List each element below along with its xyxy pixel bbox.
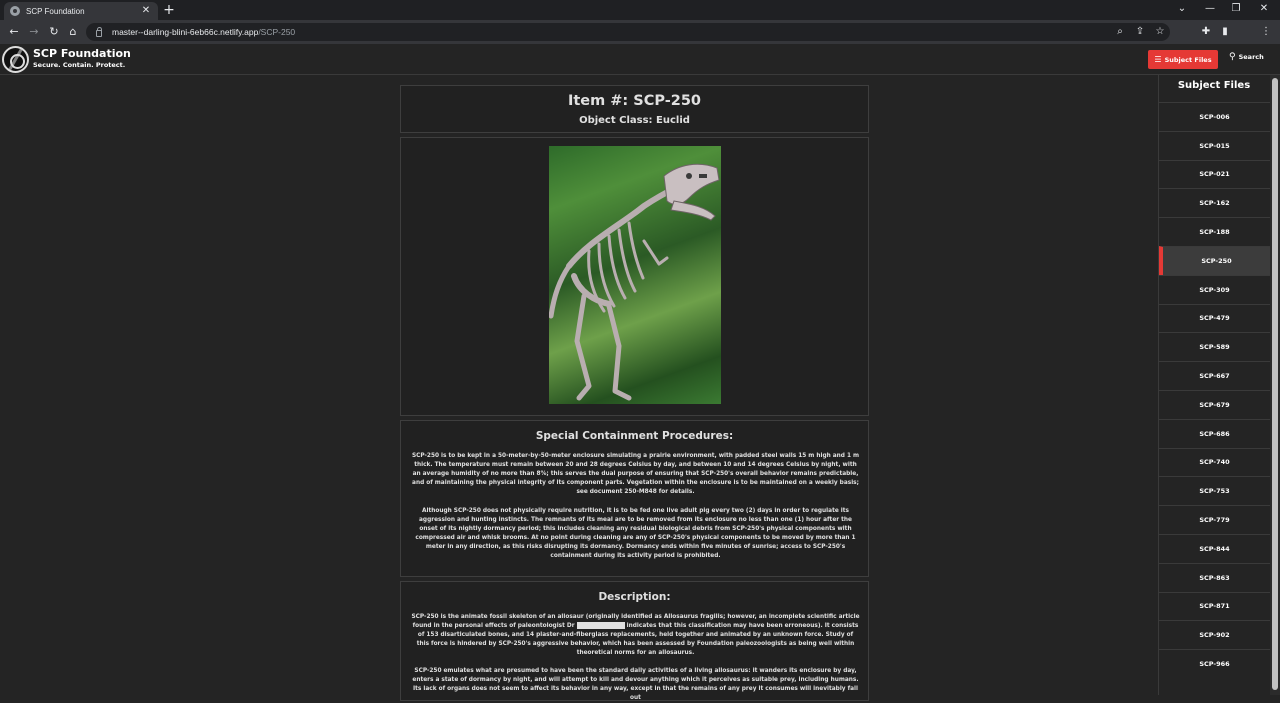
sidebar-item-scp-021[interactable]: SCP-021 — [1159, 159, 1270, 189]
browser-tab[interactable]: SCP Foundation ✕ — [4, 2, 158, 20]
item-number: Item #: SCP-250 — [567, 93, 702, 109]
scrollbar-thumb[interactable] — [1272, 78, 1278, 690]
share-icon[interactable]: ⇪ — [1134, 26, 1146, 38]
description-paragraph-2: SCP-250 emulates what are presumed to ha… — [412, 668, 859, 701]
sidebar-item-scp-740[interactable]: SCP-740 — [1159, 447, 1270, 477]
sidebar-item-scp-686[interactable]: SCP-686 — [1159, 418, 1270, 448]
subject-files-label: Subject Files — [1164, 55, 1212, 64]
home-icon[interactable]: ⌂ — [66, 25, 80, 39]
item-header-panel: Item #: SCP-250 Object Class: Euclid — [400, 85, 869, 133]
sidebar-item-scp-779[interactable]: SCP-779 — [1159, 505, 1270, 534]
url-host: master--darling-blini-6eb66c.netlify.app — [112, 27, 259, 37]
url-path: /SCP-250 — [258, 27, 296, 37]
extensions-puzzle-icon[interactable]: ✚ — [1199, 25, 1213, 39]
sidebar-item-scp-188[interactable]: SCP-188 — [1159, 217, 1270, 246]
sidebar-item-scp-667[interactable]: SCP-667 — [1159, 361, 1270, 390]
tab-search-chevron-icon[interactable]: ⌄ — [1168, 2, 1196, 16]
containment-procedures-panel: Special Containment Procedures: SCP-250 … — [400, 420, 869, 577]
object-class: Object Class: Euclid — [579, 115, 690, 126]
sidebar-item-scp-015[interactable]: SCP-015 — [1159, 130, 1270, 160]
bookmark-star-icon[interactable]: ☆ — [1154, 26, 1166, 38]
description-heading: Description: — [598, 591, 671, 603]
search-label: Search — [1238, 53, 1264, 61]
sidebar-title: Subject Files — [1177, 80, 1251, 91]
allosaur-skeleton-image — [549, 146, 721, 404]
scp-logo-icon[interactable] — [2, 46, 29, 73]
sidebar-item-scp-679[interactable]: SCP-679 — [1159, 390, 1270, 419]
brand-tagline: Secure. Contain. Protect. — [33, 61, 126, 69]
subject-files-sidebar: Subject Files SCP-006 SCP-015 SCP-021 SCP-1… — [1158, 75, 1270, 695]
sidebar-item-scp-006[interactable]: SCP-006 — [1159, 102, 1270, 131]
sidebar-item-scp-871[interactable]: SCP-871 — [1159, 591, 1270, 621]
sidebar-item-scp-162[interactable]: SCP-162 — [1159, 188, 1270, 217]
sidebar-item-scp-479[interactable]: SCP-479 — [1159, 303, 1270, 333]
new-tab-button[interactable]: + — [162, 3, 176, 17]
redaction-bar — [576, 621, 625, 629]
procedures-paragraph-2: Although SCP-250 does not physically req… — [415, 508, 856, 559]
hamburger-icon: ☰ — [1154, 55, 1162, 64]
procedures-heading: Special Containment Procedures: — [535, 430, 734, 442]
browser-tab-strip: SCP Foundation ✕ + ⌄ — ❐ ✕ — [0, 0, 1280, 20]
tab-close-icon[interactable]: ✕ — [140, 5, 152, 17]
sidebar-item-scp-589[interactable]: SCP-589 — [1159, 332, 1270, 361]
sidebar-item-scp-753[interactable]: SCP-753 — [1159, 476, 1270, 505]
description-panel: Description: SCP-250 is the animate foss… — [400, 581, 869, 701]
more-menu-icon[interactable]: ⋮ — [1259, 25, 1273, 39]
item-image-panel — [400, 137, 869, 416]
reload-icon[interactable]: ↻ — [47, 25, 61, 39]
tab-title: SCP Foundation — [26, 6, 85, 16]
sidebar-item-scp-863[interactable]: SCP-863 — [1159, 562, 1270, 592]
side-panel-icon[interactable]: ▮ — [1218, 25, 1232, 39]
search-icon: ⚲ — [1229, 52, 1236, 62]
browser-toolbar: ← → ↻ ⌂ master--darling-blini-6eb66c.net… — [0, 20, 1280, 59]
restore-button[interactable]: ❐ — [1222, 2, 1250, 16]
address-bar[interactable]: master--darling-blini-6eb66c.netlify.app… — [86, 23, 1170, 41]
description-paragraph-1: SCP-250 is the animate fossil skeleton o… — [411, 613, 860, 658]
sidebar-item-scp-250[interactable]: SCP-250 — [1159, 246, 1270, 275]
skeleton-illustration — [549, 163, 720, 401]
lock-icon[interactable] — [96, 26, 102, 37]
subject-files-button[interactable]: ☰ Subject Files — [1148, 50, 1218, 69]
back-arrow-icon[interactable]: ← — [7, 25, 21, 39]
sidebar-item-scp-309[interactable]: SCP-309 — [1159, 274, 1270, 304]
globe-icon — [10, 6, 20, 16]
procedures-paragraph-1: SCP-250 is to be kept in a 50-meter-by-5… — [411, 453, 860, 495]
brand-title[interactable]: SCP Foundation — [33, 47, 131, 60]
site-header: SCP Foundation Secure. Contain. Protect. — [0, 44, 1280, 75]
minimize-button[interactable]: — — [1196, 2, 1224, 16]
sidebar-item-scp-902[interactable]: SCP-902 — [1159, 620, 1270, 649]
sidebar-item-scp-844[interactable]: SCP-844 — [1159, 534, 1270, 563]
sidebar-item-scp-966[interactable]: SCP-966 — [1159, 649, 1270, 678]
search-button[interactable]: ⚲ Search — [1229, 52, 1264, 62]
close-window-button[interactable]: ✕ — [1250, 2, 1278, 16]
zoom-icon[interactable]: ⌕ — [1114, 26, 1126, 38]
forward-arrow-icon[interactable]: → — [27, 25, 41, 39]
